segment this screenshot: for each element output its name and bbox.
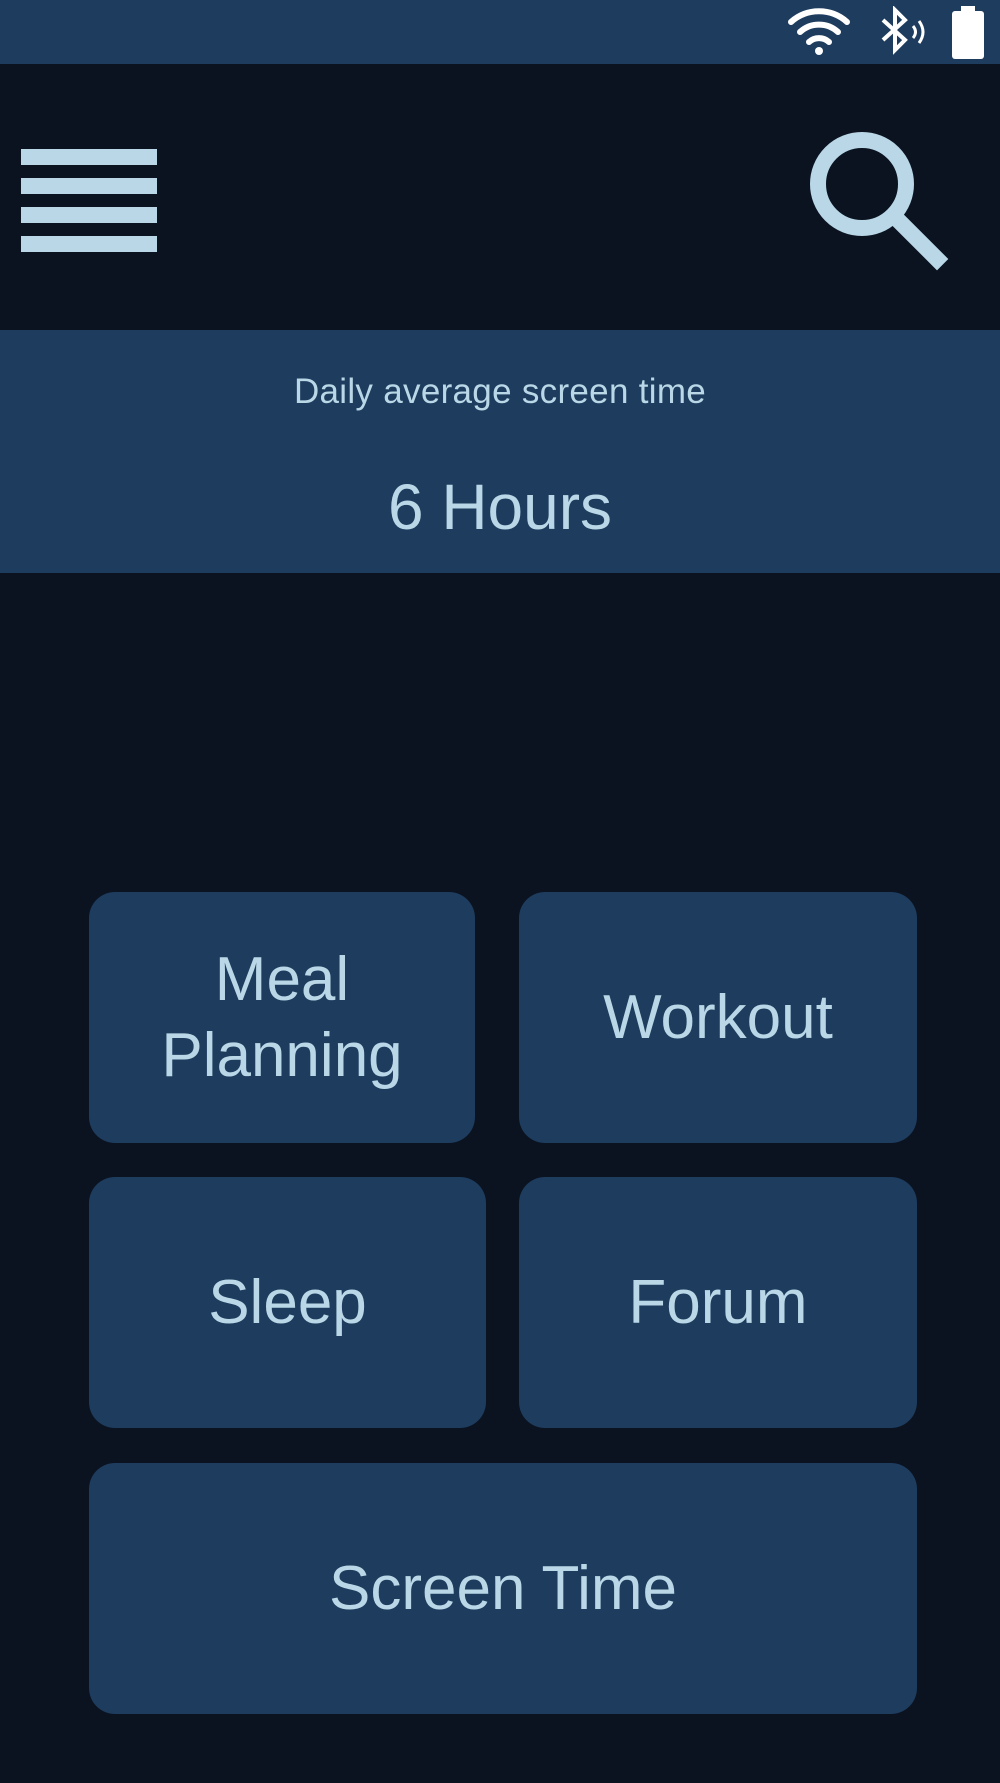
app-screen: Daily average screen time 6 Hours Meal P…	[0, 0, 1000, 1783]
battery-icon	[952, 6, 984, 59]
summary-label: Daily average screen time	[293, 372, 707, 411]
menu-button[interactable]	[18, 144, 160, 260]
sleep-button[interactable]: Sleep	[89, 1177, 486, 1428]
forum-label: Forum	[628, 1267, 808, 1337]
screen-time-button[interactable]: Screen Time	[89, 1463, 917, 1714]
hamburger-menu-icon	[21, 149, 157, 252]
meal-planning-button[interactable]: Meal Planning	[89, 892, 475, 1143]
wifi-icon	[788, 8, 850, 55]
app-bar	[0, 64, 1000, 330]
meal-planning-label: Meal Planning	[161, 944, 403, 1090]
search-icon	[810, 132, 949, 271]
workout-button[interactable]: Workout	[519, 892, 917, 1143]
screen-time-summary: Daily average screen time 6 Hours	[0, 330, 1000, 573]
forum-button[interactable]: Forum	[519, 1177, 917, 1428]
workout-label: Workout	[603, 982, 833, 1052]
summary-value: 6 Hours	[387, 471, 613, 543]
search-button[interactable]	[805, 127, 951, 273]
bluetooth-icon	[881, 6, 925, 55]
sleep-label: Sleep	[208, 1267, 367, 1337]
screen-time-label: Screen Time	[328, 1553, 678, 1623]
status-bar	[0, 0, 1000, 64]
